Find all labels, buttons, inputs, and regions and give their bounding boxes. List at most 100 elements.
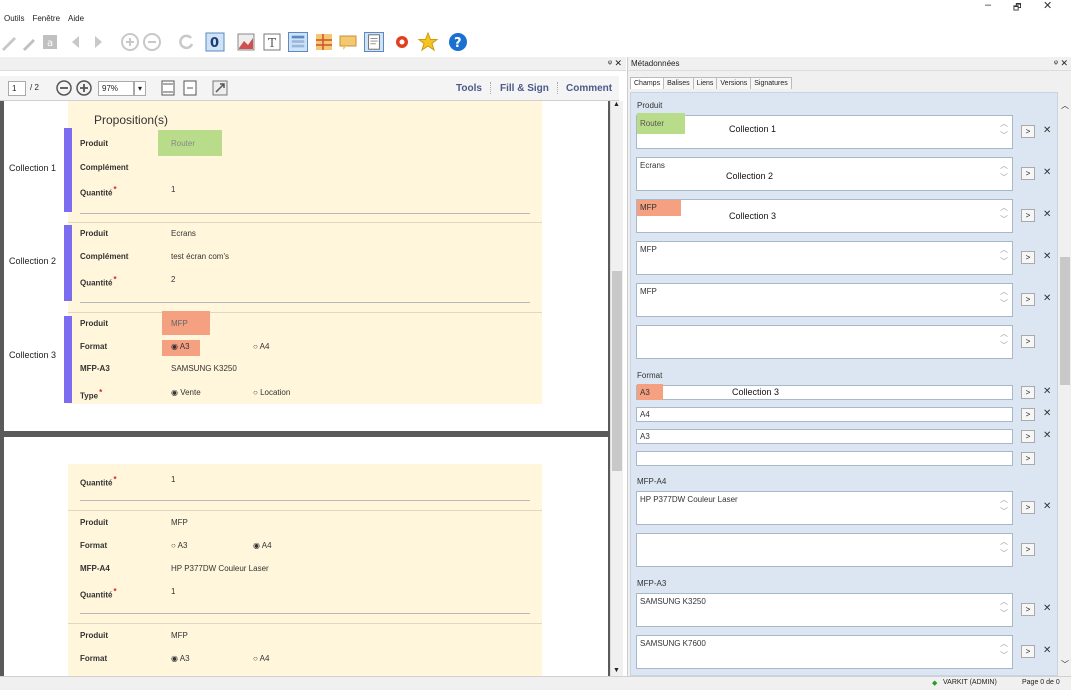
pencil-icon[interactable] bbox=[0, 32, 20, 52]
produit-field-1[interactable]: Router ︿ ﹀ bbox=[636, 113, 1013, 149]
scroll-thumb[interactable] bbox=[1060, 257, 1070, 385]
tools-button[interactable]: Tools bbox=[456, 83, 482, 94]
format-field-1[interactable]: A3 bbox=[636, 384, 1013, 400]
arrow-button[interactable]: > bbox=[1021, 408, 1035, 421]
close-button[interactable]: ✕ bbox=[1043, 0, 1052, 12]
arrow-button[interactable]: > bbox=[1021, 293, 1035, 306]
zoom-dropdown-icon[interactable]: ▾ bbox=[134, 81, 146, 96]
spin-icon[interactable]: ︿ ﹀ bbox=[1000, 286, 1008, 310]
produit-field-6[interactable]: ︿ ﹀ bbox=[636, 325, 1013, 359]
format-field-3[interactable]: A3 bbox=[636, 429, 1013, 444]
remove-icon[interactable]: ✕ bbox=[1043, 501, 1051, 512]
format-field-4[interactable] bbox=[636, 451, 1013, 466]
scroll-down-icon[interactable]: ▼ bbox=[613, 667, 620, 674]
remove-icon[interactable]: ✕ bbox=[1043, 603, 1051, 614]
remove-icon[interactable]: ✕ bbox=[1043, 167, 1051, 178]
fit-page-icon[interactable] bbox=[158, 78, 178, 98]
scroll-thumb[interactable] bbox=[612, 271, 622, 471]
arrow-button[interactable]: > bbox=[1021, 167, 1035, 180]
produit-field-4[interactable]: MFP ︿ ﹀ bbox=[636, 241, 1013, 275]
mfp-a4-field-2[interactable]: ︿ ﹀ bbox=[636, 533, 1013, 567]
radio-a3[interactable]: ◉ A3 bbox=[171, 654, 190, 663]
next-arrow-icon[interactable] bbox=[88, 32, 108, 52]
mfp-a3-field-1[interactable]: SAMSUNG K3250 ︿ ﹀ bbox=[636, 593, 1013, 627]
zoom-level-input[interactable]: 97% bbox=[98, 81, 134, 96]
produit-field-5[interactable]: MFP ︿ ﹀ bbox=[636, 283, 1013, 317]
help-icon[interactable]: ? bbox=[448, 32, 468, 52]
produit-field-3[interactable]: MFP ︿ ﹀ bbox=[636, 199, 1013, 233]
tab-champs[interactable]: Champs bbox=[630, 77, 665, 89]
spin-icon[interactable]: ︿ ﹀ bbox=[1000, 638, 1008, 662]
menu-fenetre[interactable]: Fenêtre bbox=[28, 12, 64, 26]
zoom-in-icon[interactable] bbox=[74, 78, 94, 98]
tab-signatures[interactable]: Signatures bbox=[750, 77, 792, 89]
tab-versions[interactable]: Versions bbox=[716, 77, 752, 89]
scroll-up-icon[interactable]: ︿ bbox=[1061, 100, 1069, 111]
arrow-button[interactable]: > bbox=[1021, 251, 1035, 264]
fill-sign-button[interactable]: Fill & Sign bbox=[500, 83, 549, 94]
refresh-icon[interactable] bbox=[176, 32, 196, 52]
arrow-button[interactable]: > bbox=[1021, 452, 1035, 465]
add-circle-icon[interactable] bbox=[120, 32, 140, 52]
scroll-down-icon[interactable]: ﹀ bbox=[1061, 659, 1069, 670]
remove-icon[interactable]: ✕ bbox=[1043, 209, 1051, 220]
radio-a3[interactable]: ◉ A3 bbox=[171, 342, 190, 351]
ocr-icon[interactable]: 0 bbox=[205, 32, 225, 52]
remove-icon[interactable]: ✕ bbox=[1043, 293, 1051, 304]
remove-icon[interactable]: ✕ bbox=[1043, 430, 1051, 441]
pdf-viewer[interactable]: Proposition(s) Collection 1 Produit Rout… bbox=[0, 101, 610, 676]
produit-field-2[interactable]: Ecrans ︿ ﹀ bbox=[636, 157, 1013, 191]
arrow-button[interactable]: > bbox=[1021, 543, 1035, 556]
arrow-button[interactable]: > bbox=[1021, 125, 1035, 138]
edit-icon[interactable] bbox=[20, 32, 40, 52]
spin-icon[interactable]: ︿ ﹀ bbox=[1000, 244, 1008, 268]
format-field-2[interactable]: A4 bbox=[636, 407, 1013, 422]
text-box-icon[interactable]: a bbox=[40, 32, 60, 52]
dock-pin-close[interactable]: ᵠ ✕ bbox=[608, 58, 622, 69]
spin-icon[interactable]: ︿ ﹀ bbox=[1000, 118, 1008, 142]
spin-icon[interactable]: ︿ ﹀ bbox=[1000, 494, 1008, 518]
zoom-out-icon[interactable] bbox=[54, 78, 74, 98]
arrow-button[interactable]: > bbox=[1021, 645, 1035, 658]
prev-arrow-icon[interactable] bbox=[66, 32, 86, 52]
radio-a3[interactable]: ○ A3 bbox=[171, 541, 187, 550]
radio-a4[interactable]: ○ A4 bbox=[253, 342, 269, 351]
fullscreen-icon[interactable] bbox=[210, 78, 230, 98]
tab-liens[interactable]: Liens bbox=[692, 77, 718, 89]
tab-balises[interactable]: Balises bbox=[663, 77, 694, 89]
spin-icon[interactable]: ︿ ﹀ bbox=[1000, 596, 1008, 620]
menu-aide[interactable]: Aide bbox=[64, 12, 88, 26]
radio-location[interactable]: ○ Location bbox=[253, 388, 290, 397]
mfp-a4-field-1[interactable]: HP P377DW Couleur Laser ︿ ﹀ bbox=[636, 491, 1013, 525]
arrow-button[interactable]: > bbox=[1021, 501, 1035, 514]
radio-vente[interactable]: ◉ Vente bbox=[171, 388, 201, 397]
remove-icon[interactable]: ✕ bbox=[1043, 408, 1051, 419]
star-icon[interactable] bbox=[418, 32, 438, 52]
spin-icon[interactable]: ︿ ﹀ bbox=[1000, 536, 1008, 560]
spin-icon[interactable]: ︿ ﹀ bbox=[1000, 328, 1008, 352]
arrow-button[interactable]: > bbox=[1021, 386, 1035, 399]
spin-icon[interactable]: ︿ ﹀ bbox=[1000, 202, 1008, 226]
maximize-button[interactable]: 🗗 bbox=[1013, 0, 1021, 16]
document-icon[interactable] bbox=[364, 32, 384, 52]
comment-icon[interactable] bbox=[338, 32, 358, 52]
fit-width-icon[interactable] bbox=[180, 78, 200, 98]
metadata-pin-close[interactable]: ᵠ ✕ bbox=[1054, 58, 1068, 69]
menu-outils[interactable]: Outils bbox=[0, 12, 28, 26]
spin-icon[interactable]: ︿ ﹀ bbox=[1000, 160, 1008, 184]
remove-circle-icon[interactable] bbox=[142, 32, 162, 52]
mfp-a3-field-2[interactable]: SAMSUNG K7600 ︿ ﹀ bbox=[636, 635, 1013, 669]
metadata-scrollbar[interactable]: ︿ ﹀ bbox=[1058, 92, 1071, 676]
page-number-input[interactable]: 1 bbox=[8, 81, 26, 96]
radio-a4[interactable]: ◉ A4 bbox=[253, 541, 272, 550]
table-icon[interactable] bbox=[314, 32, 334, 52]
remove-icon[interactable]: ✕ bbox=[1043, 125, 1051, 136]
remove-icon[interactable]: ✕ bbox=[1043, 251, 1051, 262]
remove-icon[interactable]: ✕ bbox=[1043, 645, 1051, 656]
comment-button[interactable]: Comment bbox=[566, 83, 612, 94]
pdf-scrollbar[interactable]: ▲ ▼ bbox=[610, 101, 623, 676]
arrow-button[interactable]: > bbox=[1021, 603, 1035, 616]
arrow-button[interactable]: > bbox=[1021, 430, 1035, 443]
radio-a4[interactable]: ○ A4 bbox=[253, 654, 269, 663]
remove-icon[interactable]: ✕ bbox=[1043, 386, 1051, 397]
